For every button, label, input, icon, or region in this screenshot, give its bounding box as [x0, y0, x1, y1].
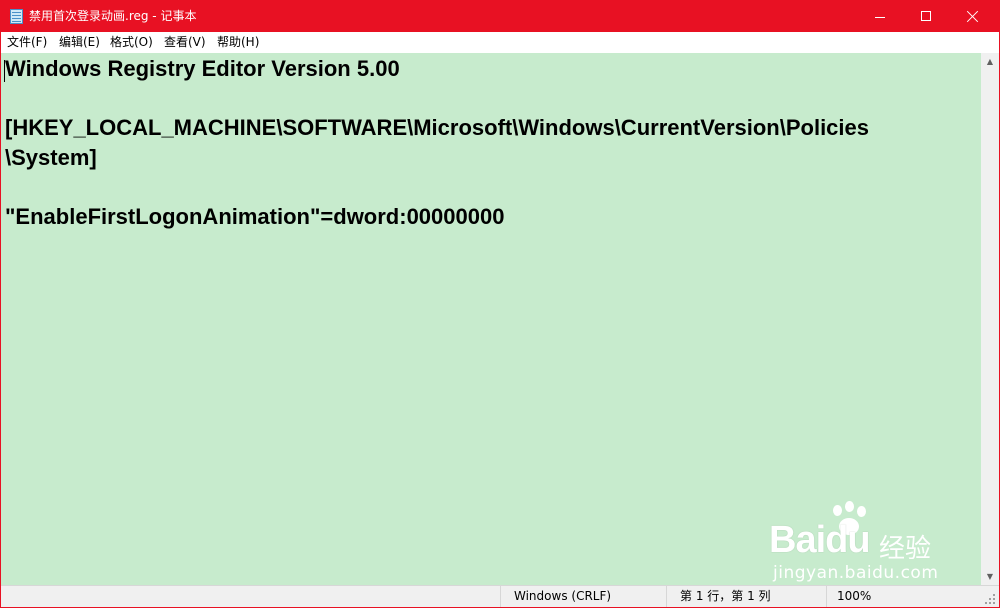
maximize-button[interactable] — [903, 1, 949, 32]
scroll-down-icon[interactable]: ▼ — [981, 568, 999, 585]
status-bar: Windows (CRLF) 第 1 行，第 1 列 100% — [1, 585, 999, 607]
close-button[interactable] — [949, 1, 999, 32]
editor-line: "EnableFirstLogonAnimation"=dword:000000… — [5, 204, 505, 229]
menu-format[interactable]: 格式(O) — [110, 32, 153, 53]
title-bar[interactable]: 禁用首次登录动画.reg - 记事本 — [1, 1, 999, 32]
notepad-window: 禁用首次登录动画.reg - 记事本 文件(F) 编辑(E) 格式(O) 查看(… — [0, 0, 1000, 608]
minimize-button[interactable] — [857, 1, 903, 32]
window-title: 禁用首次登录动画.reg - 记事本 — [29, 9, 197, 23]
menu-file[interactable]: 文件(F) — [7, 32, 47, 53]
close-icon — [967, 10, 979, 22]
watermark-logo: Baidu — [769, 519, 871, 561]
cursor-position-status: 第 1 行，第 1 列 — [680, 589, 771, 603]
watermark-sub: 经验 — [879, 534, 932, 564]
scroll-up-icon[interactable]: ▲ — [981, 53, 999, 70]
scroll-track[interactable] — [981, 70, 999, 568]
menu-bar: 文件(F) 编辑(E) 格式(O) 查看(V) 帮助(H) — [1, 32, 999, 53]
baidu-watermark: Baidu 经验 jingyan.baidu.com — [767, 501, 967, 591]
menu-help[interactable]: 帮助(H) — [217, 32, 259, 53]
editor-line: Windows Registry Editor Version 5.00 — [5, 56, 400, 81]
minimize-icon — [875, 17, 885, 18]
line-ending-status: Windows (CRLF) — [514, 589, 612, 603]
status-separator — [500, 586, 501, 607]
menu-view[interactable]: 查看(V) — [164, 32, 206, 53]
zoom-status: 100% — [837, 589, 872, 603]
resize-grip-icon[interactable] — [985, 594, 995, 604]
status-separator — [826, 586, 827, 607]
status-separator — [666, 586, 667, 607]
menu-edit[interactable]: 编辑(E) — [59, 32, 100, 53]
maximize-icon — [921, 11, 931, 21]
editor-line: \System] — [5, 145, 97, 170]
notepad-icon — [10, 9, 23, 24]
editor-line: [HKEY_LOCAL_MACHINE\SOFTWARE\Microsoft\W… — [5, 115, 870, 140]
vertical-scrollbar[interactable]: ▲ ▼ — [981, 53, 999, 585]
watermark-url: jingyan.baidu.com — [773, 563, 939, 583]
